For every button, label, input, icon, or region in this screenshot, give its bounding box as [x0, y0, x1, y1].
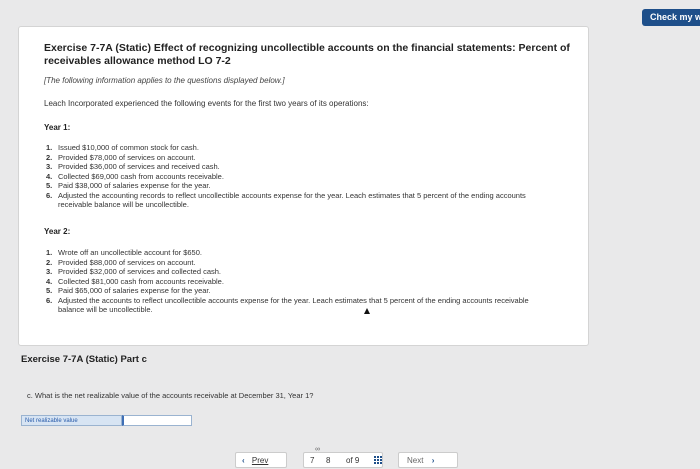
list-item: 6. Adjusted the accounting records to ref…	[46, 190, 526, 210]
list-item: 2. Provided $88,000 of services on accoun…	[46, 257, 196, 267]
question-text: c. What is the net realizable value of t…	[27, 391, 314, 400]
prev-label: Prev	[251, 456, 269, 465]
check-my-work-button[interactable]: Check my w	[642, 9, 700, 26]
list-item: 4. Collected $69,000 cash from accounts r…	[46, 171, 224, 181]
net-realizable-value-input[interactable]	[122, 415, 192, 426]
year2-list: 1. Wrote off an uncollectible account for…	[46, 248, 556, 315]
answer-label: Net realizable value	[21, 415, 122, 426]
next-button[interactable]: Next ›	[398, 452, 458, 468]
problem-title: Exercise 7-7A (Static) Effect of recogni…	[44, 42, 570, 67]
year1-list: 1. Issued $10,000 of common stock for cas…	[46, 143, 556, 210]
list-item: 4. Collected $81,000 cash from accounts r…	[46, 276, 224, 286]
year1-label: Year 1:	[44, 123, 71, 132]
page-current-number: 8	[326, 456, 331, 465]
year2-label: Year 2:	[44, 227, 71, 236]
problem-intro: Leach Incorporated experienced the follo…	[44, 99, 369, 108]
page-prev-number: 7	[310, 456, 315, 465]
chevron-right-icon: ›	[431, 456, 435, 465]
grid-icon[interactable]	[374, 456, 382, 464]
next-label: Next	[407, 456, 424, 465]
chevron-left-icon: ‹	[242, 456, 245, 465]
problem-note: [The following information applies to th…	[44, 76, 285, 85]
list-item: 1. Issued $10,000 of common stock for cas…	[46, 143, 199, 152]
list-item: 6. Adjusted the accounts to reflect uncol…	[46, 295, 529, 315]
page-total: of 9	[346, 456, 360, 465]
list-item: 3. Provided $32,000 of services and colle…	[46, 267, 222, 276]
page-indicator[interactable]: ∞ 7 8 of 9	[303, 446, 383, 468]
mouse-cursor-icon	[364, 308, 370, 314]
prev-button[interactable]: ‹ Prev	[235, 452, 287, 468]
link-icon: ∞	[315, 446, 320, 453]
part-title: Exercise 7-7A (Static) Part c	[21, 354, 147, 365]
pagination: ‹ Prev ∞ 7 8 of 9 Next ›	[0, 446, 700, 469]
list-item: 5. Paid $38,000 of salaries expense for t…	[46, 181, 211, 190]
list-item: 5. Paid $65,000 of salaries expense for t…	[46, 286, 211, 295]
list-item: 3. Provided $36,000 of services and recei…	[46, 162, 220, 171]
list-item: 2. Provided $78,000 of services on accoun…	[46, 152, 196, 162]
problem-card: Exercise 7-7A (Static) Effect of recogni…	[18, 26, 589, 346]
list-item: 1. Wrote off an uncollectible account for…	[46, 248, 202, 257]
